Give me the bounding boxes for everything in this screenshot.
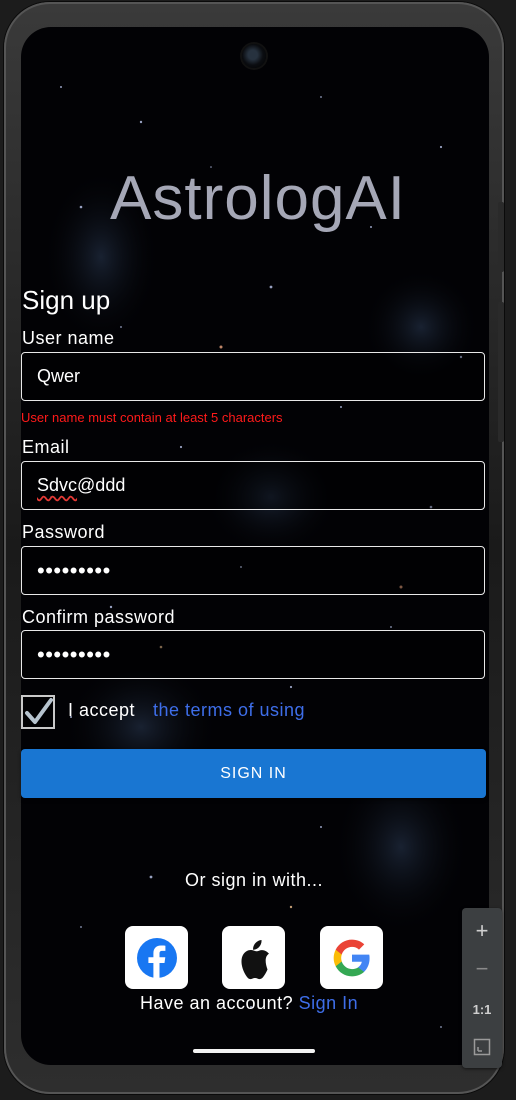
google-icon: [333, 939, 370, 976]
email-value-misspelled: Sdvc: [37, 475, 78, 495]
confirm-password-field[interactable]: •••••••••: [21, 630, 485, 679]
username-value: Qwer: [37, 366, 81, 386]
emulator-zoom-toolbar: + − 1:1: [462, 908, 502, 1068]
have-account-text: Have an account? Sign In: [140, 993, 358, 1014]
terms-checkbox[interactable]: [21, 695, 55, 729]
actual-size-button[interactable]: 1:1: [462, 990, 502, 1028]
password-field[interactable]: •••••••••: [21, 546, 485, 595]
google-button[interactable]: [320, 926, 383, 989]
home-indicator[interactable]: [193, 1049, 315, 1053]
email-field[interactable]: Sdvc @ddd: [21, 461, 485, 510]
username-error: User name must contain at least 5 charac…: [21, 410, 283, 425]
apple-icon: [240, 939, 269, 979]
sign-in-link[interactable]: Sign In: [299, 993, 359, 1013]
sign-in-button-label: SIGN IN: [220, 764, 287, 782]
terms-link[interactable]: the terms of using: [153, 700, 305, 721]
accept-text: I accept: [68, 700, 136, 720]
fit-screen-button[interactable]: [462, 1028, 502, 1066]
confirm-password-label: Confirm password: [22, 607, 176, 627]
app-title: AstrologAI: [109, 164, 407, 233]
social-prompt: Or sign in with...: [184, 870, 324, 890]
email-label: Email: [22, 437, 70, 457]
facebook-button[interactable]: [125, 926, 188, 989]
facebook-icon: [136, 937, 177, 978]
email-value-rest: @ddd: [77, 475, 126, 495]
have-account-question: Have an account?: [140, 993, 294, 1013]
apple-button[interactable]: [222, 926, 285, 989]
confirm-password-dots: •••••••••: [37, 641, 111, 667]
fit-screen-icon: [473, 1038, 491, 1056]
form-heading: Sign up: [22, 285, 111, 315]
username-field[interactable]: Qwer: [21, 352, 485, 401]
username-label: User name: [22, 328, 115, 348]
password-dots: •••••••••: [37, 557, 111, 583]
checkmark-icon: [25, 698, 53, 724]
password-label: Password: [22, 522, 106, 542]
zoom-out-button[interactable]: −: [462, 950, 502, 988]
zoom-in-button[interactable]: +: [462, 912, 502, 950]
sign-in-button[interactable]: SIGN IN: [21, 749, 486, 798]
